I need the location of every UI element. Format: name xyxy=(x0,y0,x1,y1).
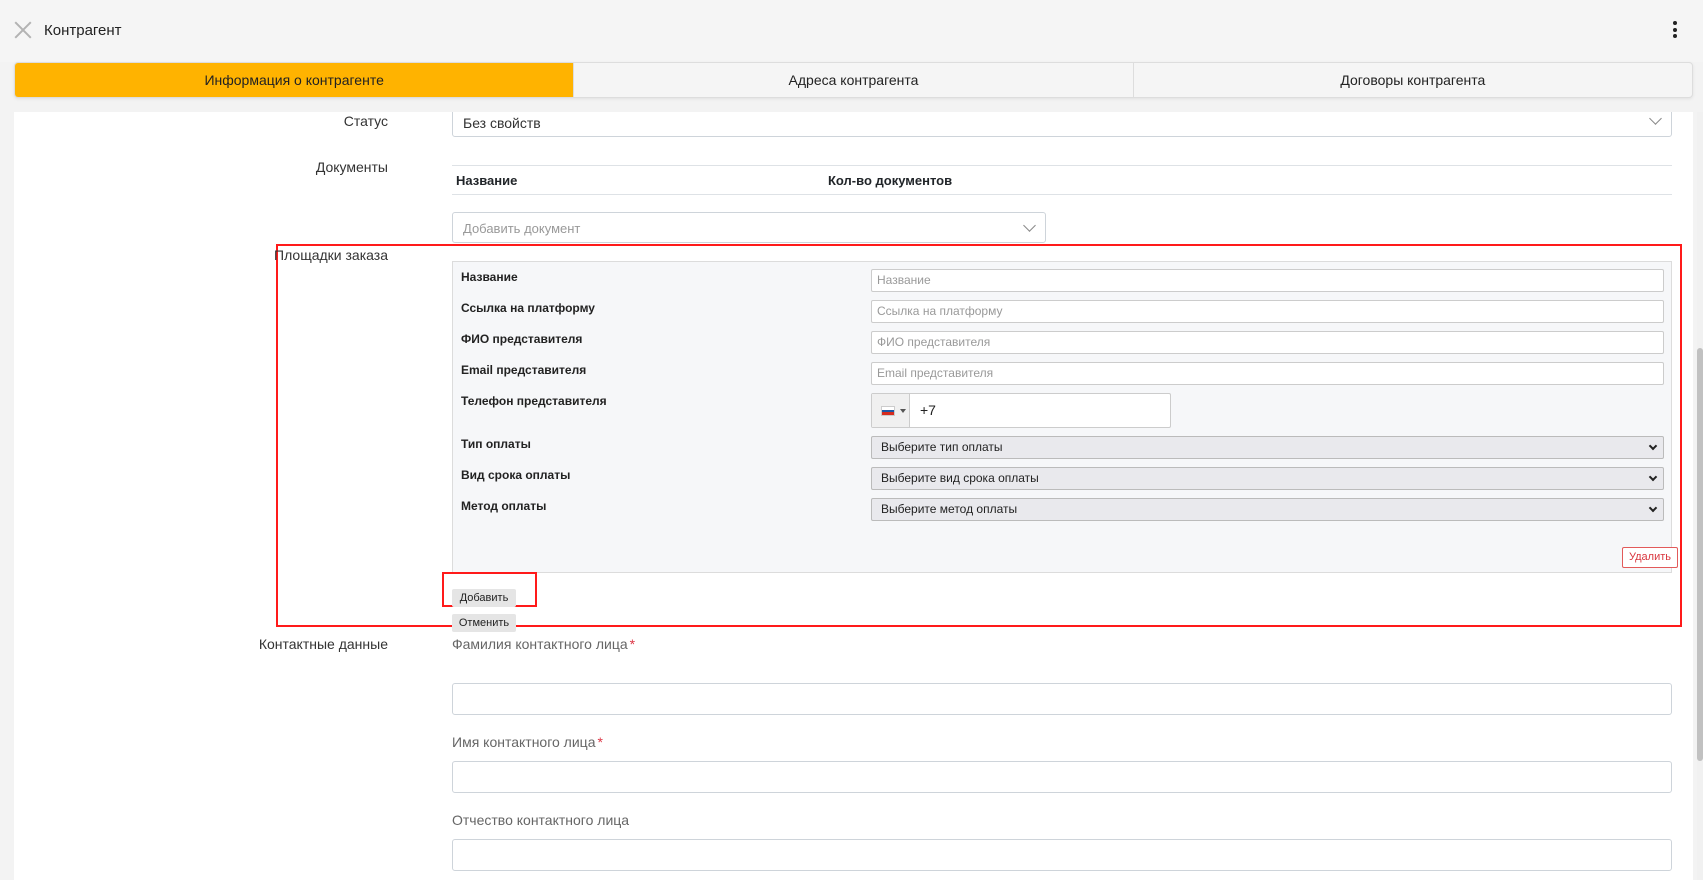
middle-name-input[interactable] xyxy=(452,839,1672,871)
delete-platform-button[interactable]: Удалить xyxy=(1622,547,1678,568)
middle-name-label: Отчество контактного лица xyxy=(452,812,629,828)
chevron-down-icon xyxy=(1648,441,1658,451)
status-select[interactable]: Без свойств xyxy=(452,112,1672,137)
rep-name-label: ФИО представителя xyxy=(461,332,583,346)
tab-addresses[interactable]: Адреса контрагента xyxy=(574,63,1134,97)
close-icon[interactable] xyxy=(14,21,32,39)
rep-email-label: Email представителя xyxy=(461,363,587,377)
tab-bar: Информация о контрагенте Адреса контраге… xyxy=(14,62,1693,98)
payment-type-label: Тип оплаты xyxy=(461,437,531,451)
add-document-select[interactable]: Добавить документ xyxy=(452,212,1046,243)
tab-contracts[interactable]: Договоры контрагента xyxy=(1134,63,1692,97)
last-name-label: Фамилия контактного лица * xyxy=(452,636,635,652)
scrollbar[interactable] xyxy=(1697,112,1703,880)
header-bar: Контрагент xyxy=(0,0,1703,62)
country-selector[interactable] xyxy=(872,394,910,427)
rep-phone-value: +7 xyxy=(920,402,936,418)
chevron-down-icon xyxy=(1649,112,1662,125)
platform-name-input[interactable]: Название xyxy=(871,269,1664,292)
chevron-down-icon xyxy=(1648,503,1658,513)
chevron-down-icon xyxy=(1648,472,1658,482)
contacts-label: Контактные данные xyxy=(258,636,388,652)
payment-method-select[interactable]: Выберите метод оплаты xyxy=(871,498,1664,521)
cancel-platform-button[interactable]: Отменить xyxy=(452,614,516,632)
payment-type-select[interactable]: Выберите тип оплаты xyxy=(871,436,1664,459)
documents-label: Документы xyxy=(315,159,388,175)
status-label: Статус xyxy=(343,113,388,129)
last-name-input[interactable] xyxy=(452,683,1672,715)
rep-email-input[interactable]: Email представителя xyxy=(871,362,1664,385)
status-value: Без свойств xyxy=(463,115,541,131)
more-vertical-icon[interactable] xyxy=(1672,21,1678,41)
payment-method-value: Выберите метод оплаты xyxy=(881,502,1018,516)
required-mark: * xyxy=(597,734,603,750)
rep-phone-label: Телефон представителя xyxy=(461,394,607,408)
payment-type-value: Выберите тип оплаты xyxy=(881,440,1003,454)
rep-name-input[interactable]: ФИО представителя xyxy=(871,331,1664,354)
caret-down-icon xyxy=(900,409,906,413)
documents-col-count: Кол-во документов xyxy=(828,173,953,188)
payment-term-label: Вид срока оплаты xyxy=(461,468,571,482)
documents-table-header: Название Кол-во документов xyxy=(452,165,1672,195)
documents-col-name: Название xyxy=(456,173,518,188)
payment-term-select[interactable]: Выберите вид срока оплаты xyxy=(871,467,1664,490)
tab-info[interactable]: Информация о контрагенте xyxy=(15,63,575,97)
add-platform-button[interactable]: Добавить xyxy=(452,589,516,607)
first-name-label: Имя контактного лица * xyxy=(452,734,603,750)
first-name-label-text: Имя контактного лица xyxy=(452,734,596,750)
add-document-placeholder: Добавить документ xyxy=(463,221,581,236)
payment-method-label: Метод оплаты xyxy=(461,499,547,513)
platform-link-label: Ссылка на платформу xyxy=(461,301,595,315)
platforms-label: Площадки заказа xyxy=(274,247,388,263)
form-content: Статус Без свойств Документы Название Ко… xyxy=(14,112,1693,880)
platform-link-input[interactable]: Ссылка на платформу xyxy=(871,300,1664,323)
platform-name-label: Название xyxy=(461,270,518,284)
chevron-down-icon xyxy=(1023,219,1036,232)
payment-term-value: Выберите вид срока оплаты xyxy=(881,471,1039,485)
russia-flag-icon xyxy=(881,406,895,416)
platform-card: Название Название Ссылка на платформу Сс… xyxy=(452,261,1678,573)
middle-name-label-text: Отчество контактного лица xyxy=(452,812,630,828)
rep-phone-input[interactable]: +7 xyxy=(871,393,1171,428)
first-name-input[interactable] xyxy=(452,761,1672,793)
scrollbar-thumb[interactable] xyxy=(1697,348,1703,761)
last-name-label-text: Фамилия контактного лица xyxy=(452,636,628,652)
page-title: Контрагент xyxy=(44,22,122,39)
required-mark: * xyxy=(629,636,636,652)
